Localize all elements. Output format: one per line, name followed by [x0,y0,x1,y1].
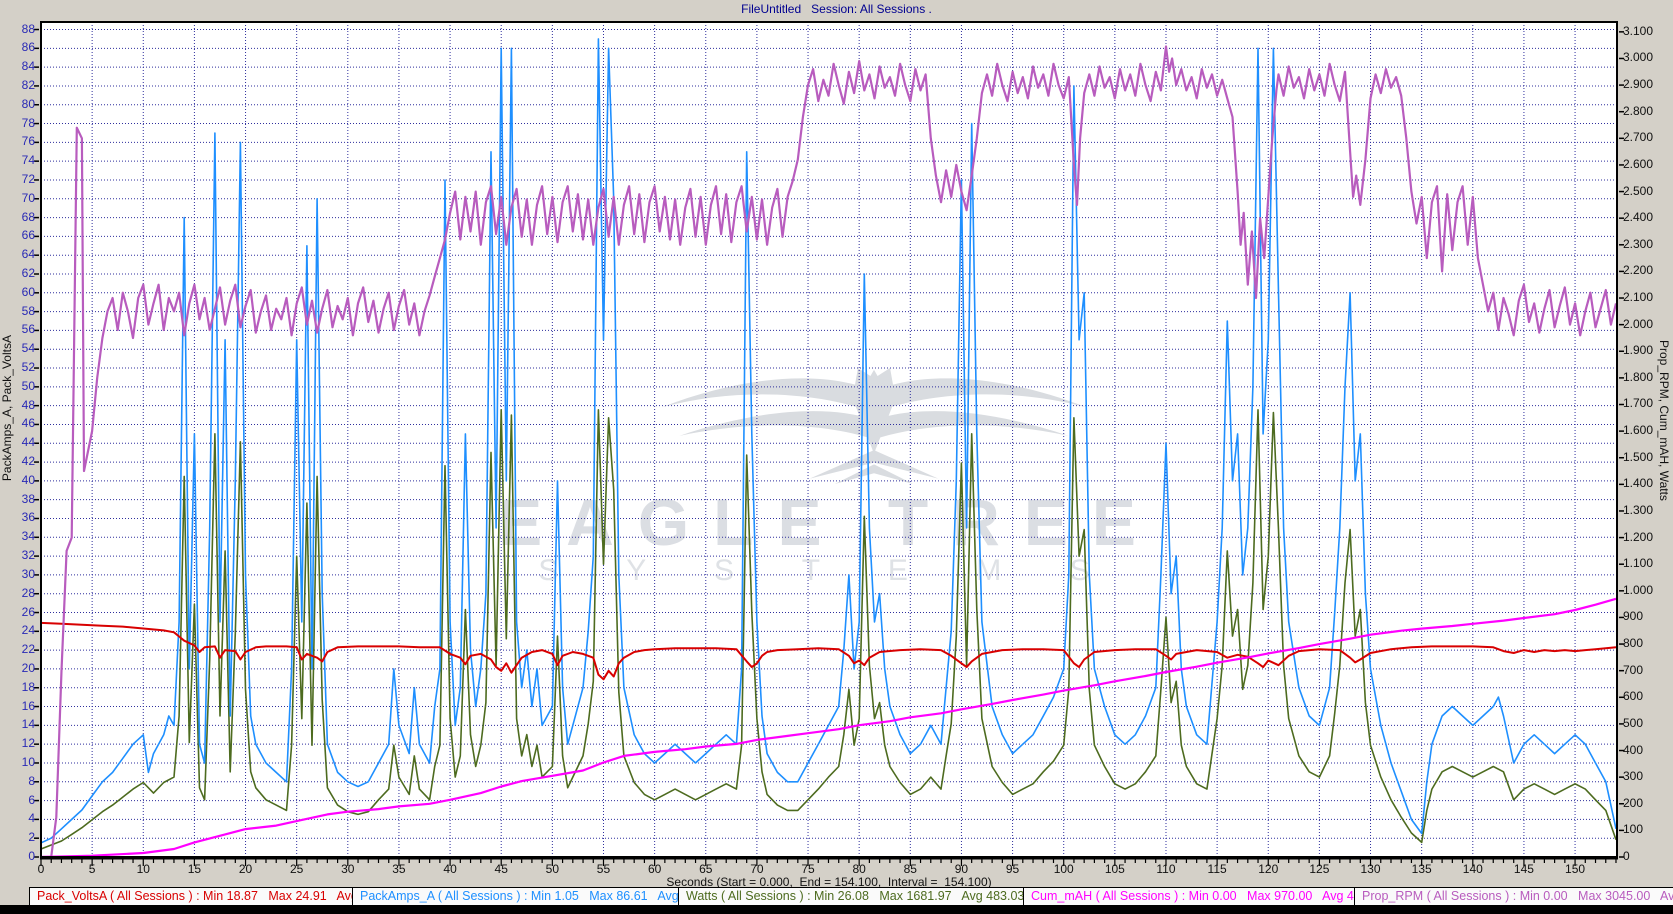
left-axis-tick-label: 58 [5,305,35,318]
right-axis-tick-label: 2.800 [1623,105,1667,118]
eagle-tree-recorder-window: FileUntitled Session: All Sessions . EAG… [0,0,1673,914]
left-axis-tick-label: 6 [5,794,35,807]
right-axis-tick-label: 3.100 [1623,25,1667,38]
eagletree-watermark: EAGLE TREE S Y S T E M S [41,22,1617,857]
left-axis-tick-label: 14 [5,718,35,731]
status-segment-packamps-a[interactable]: PackAmps_A ( All Sessions ) : Min 1.05 M… [352,887,679,906]
left-axis-tick-label: 74 [5,154,35,167]
left-axis-tick-label: 60 [5,286,35,299]
legend-status-bar: Pack_VoltsA ( All Sessions ) : Min 18.87… [30,887,1673,904]
watermark-text-secondary: S Y S T E M S [41,554,1617,588]
left-axis-tick-label: 30 [5,568,35,581]
left-axis-tick-label: 32 [5,549,35,562]
right-axis-tick-label: 200 [1623,797,1667,810]
right-axis-tick-label: 2.900 [1623,78,1667,91]
left-axis-tick-label: 20 [5,662,35,675]
left-axis-tick-label: 0 [5,850,35,863]
right-axis-tick-label: 2.100 [1623,291,1667,304]
left-axis-tick-label: 66 [5,229,35,242]
left-axis-tick-label: 62 [5,267,35,280]
right-axis-tick-label: 700 [1623,664,1667,677]
graph-title: FileUntitled Session: All Sessions . [0,2,1673,16]
left-axis-tick-label: 10 [5,756,35,769]
left-axis-tick-label: 88 [5,23,35,36]
right-axis-tick-label: 800 [1623,637,1667,650]
left-axis-tick-label: 34 [5,530,35,543]
left-axis-tick-label: 68 [5,211,35,224]
right-axis-title: Prop_RPM, Cum_mAH, Watts [1657,340,1671,501]
right-axis-tick-label: 400 [1623,744,1667,757]
left-axis-tick-label: 18 [5,681,35,694]
right-axis-tick-label: 0 [1623,850,1667,863]
right-axis-tick-label: 2.400 [1623,211,1667,224]
left-axis-tick-label: 2 [5,831,35,844]
right-axis-tick-label: 1.200 [1623,531,1667,544]
left-axis-tick-label: 72 [5,173,35,186]
left-axis-tick-label: 8 [5,775,35,788]
right-axis-tick-label: 2.200 [1623,264,1667,277]
left-axis-tick-label: 16 [5,700,35,713]
eagle-logo-icon [659,368,1089,484]
left-axis-tick-label: 84 [5,60,35,73]
right-axis-tick-label: 500 [1623,717,1667,730]
right-axis-tick-label: 1.100 [1623,557,1667,570]
left-axis-tick-label: 78 [5,117,35,130]
watermark-text-primary: EAGLE TREE [41,484,1617,560]
left-axis-tick-label: 38 [5,493,35,506]
left-axis-title: PackAmps_A, Pack_VoltsA [0,335,14,481]
right-axis-tick-label: 2.300 [1623,238,1667,251]
status-segment-prop-rpm[interactable]: Prop_RPM ( All Sessions ) : Min 0.00 Max… [1354,887,1673,906]
right-axis-tick-label: 2.000 [1623,318,1667,331]
right-axis-tick-label: 100 [1623,823,1667,836]
right-axis-tick-label: 2.700 [1623,131,1667,144]
left-axis-tick-label: 70 [5,192,35,205]
left-axis-tick-label: 64 [5,248,35,261]
status-segment-cum-mah[interactable]: Cum_mAH ( All Sessions ) : Min 0.00 Max … [1023,887,1355,906]
bottom-divider-bar [0,905,1673,914]
left-axis-tick-label: 12 [5,737,35,750]
left-axis-tick-label: 86 [5,41,35,54]
right-axis-tick-label: 2.500 [1623,185,1667,198]
left-axis-tick-label: 24 [5,624,35,637]
left-axis-tick-label: 82 [5,79,35,92]
left-axis-tick-label: 28 [5,587,35,600]
right-axis-tick-label: 3.000 [1623,51,1667,64]
left-axis-tick-label: 36 [5,511,35,524]
status-segment-watts[interactable]: Watts ( All Sessions ) : Min 26.08 Max 1… [678,887,1024,906]
right-axis-tick-label: 1.000 [1623,584,1667,597]
left-axis-tick-label: 22 [5,643,35,656]
right-axis-tick-label: 1.300 [1623,504,1667,517]
status-segment-pack-voltsa[interactable]: Pack_VoltsA ( All Sessions ) : Min 18.87… [29,887,353,906]
left-axis-tick-label: 80 [5,98,35,111]
right-axis-tick-label: 600 [1623,690,1667,703]
right-axis-tick-label: 300 [1623,770,1667,783]
right-axis-tick-label: 2.600 [1623,158,1667,171]
left-axis-tick-label: 76 [5,135,35,148]
left-axis-tick-label: 26 [5,606,35,619]
left-axis-tick-label: 4 [5,812,35,825]
right-axis-tick-label: 900 [1623,610,1667,623]
